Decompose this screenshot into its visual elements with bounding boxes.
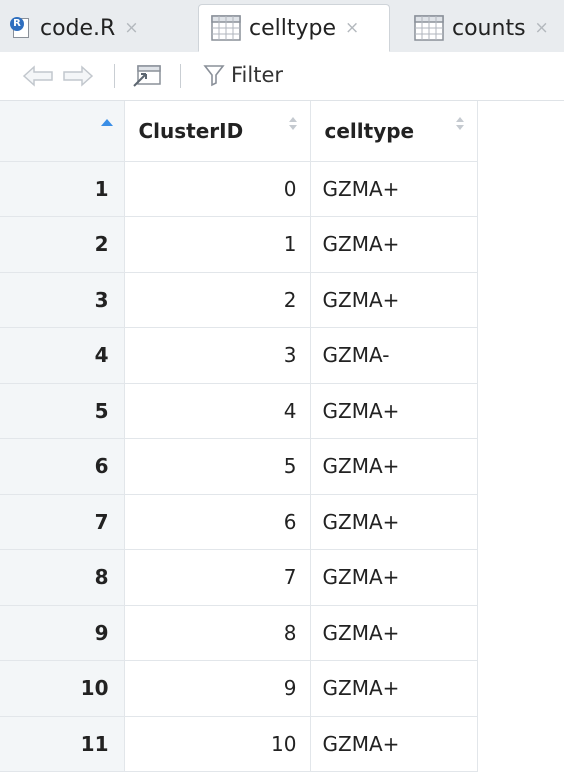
table-row[interactable]: 4 3 GZMA- bbox=[0, 327, 478, 384]
data-viewer-toolbar: Filter bbox=[0, 52, 564, 101]
sort-ascending-icon bbox=[101, 119, 113, 126]
cluster-id-cell: 6 bbox=[124, 494, 311, 550]
row-index: 4 bbox=[0, 327, 125, 384]
filter-button[interactable]: Filter bbox=[203, 63, 283, 87]
column-header-label: ClusterID bbox=[138, 119, 244, 143]
back-arrow-icon[interactable] bbox=[22, 64, 56, 88]
celltype-cell: GZMA+ bbox=[310, 383, 478, 439]
sort-icon bbox=[455, 117, 466, 133]
filter-label: Filter bbox=[231, 63, 284, 87]
table-row[interactable]: 1 0 GZMA+ bbox=[0, 161, 478, 217]
row-index: 7 bbox=[0, 494, 125, 550]
cluster-id-cell: 5 bbox=[124, 438, 311, 495]
toolbar-divider bbox=[114, 64, 115, 88]
filter-icon bbox=[203, 65, 225, 87]
close-icon[interactable]: × bbox=[535, 18, 549, 38]
cluster-id-cell: 3 bbox=[124, 327, 311, 384]
toolbar-divider bbox=[180, 64, 181, 88]
celltype-cell: GZMA+ bbox=[310, 494, 478, 550]
header-row: ClusterID celltype bbox=[0, 101, 478, 162]
row-index: 8 bbox=[0, 549, 125, 606]
table-row[interactable]: 3 2 GZMA+ bbox=[0, 272, 478, 328]
data-grid: ClusterID celltype 1 0 GZMA+ 2 1 GZMA+ 3… bbox=[0, 101, 478, 772]
celltype-cell: GZMA+ bbox=[310, 660, 478, 717]
cluster-id-cell: 1 bbox=[124, 216, 311, 273]
cluster-id-cell: 9 bbox=[124, 660, 311, 717]
table-row[interactable]: 10 9 GZMA+ bbox=[0, 660, 478, 717]
row-index: 5 bbox=[0, 383, 125, 439]
close-icon[interactable]: × bbox=[124, 18, 138, 38]
row-index: 2 bbox=[0, 216, 125, 273]
column-header-label: celltype bbox=[324, 119, 415, 143]
celltype-cell: GZMA+ bbox=[310, 216, 478, 273]
column-header-clusterid[interactable]: ClusterID bbox=[124, 101, 311, 162]
tab-label: counts bbox=[452, 15, 526, 41]
table-row[interactable]: 8 7 GZMA+ bbox=[0, 549, 478, 606]
celltype-cell: GZMA- bbox=[310, 327, 478, 384]
row-index: 10 bbox=[0, 660, 125, 717]
cluster-id-cell: 2 bbox=[124, 272, 311, 328]
editor-tab-bar: R code.R × celltype × counts × bbox=[0, 0, 564, 53]
row-index: 9 bbox=[0, 605, 125, 661]
row-index: 6 bbox=[0, 438, 125, 495]
cluster-id-cell: 7 bbox=[124, 549, 311, 606]
celltype-cell: GZMA+ bbox=[310, 438, 478, 495]
tab-code-r[interactable]: R code.R × bbox=[10, 4, 139, 52]
table-row[interactable]: 2 1 GZMA+ bbox=[0, 216, 478, 273]
tab-counts[interactable]: counts × bbox=[414, 4, 549, 52]
close-icon[interactable]: × bbox=[345, 18, 359, 38]
table-row[interactable]: 6 5 GZMA+ bbox=[0, 438, 478, 495]
cluster-id-cell: 10 bbox=[124, 716, 311, 772]
row-index: 3 bbox=[0, 272, 125, 328]
cluster-id-cell: 0 bbox=[124, 161, 311, 217]
celltype-cell: GZMA+ bbox=[310, 272, 478, 328]
popout-window-icon[interactable] bbox=[132, 64, 162, 88]
table-icon bbox=[414, 15, 444, 41]
row-index: 1 bbox=[0, 161, 125, 217]
celltype-cell: GZMA+ bbox=[310, 716, 478, 772]
table-row[interactable]: 7 6 GZMA+ bbox=[0, 494, 478, 550]
celltype-cell: GZMA+ bbox=[310, 549, 478, 606]
row-index: 11 bbox=[0, 716, 125, 772]
row-index-header[interactable] bbox=[0, 101, 125, 162]
r-script-icon: R bbox=[10, 17, 32, 39]
sort-icon bbox=[288, 117, 299, 133]
cluster-id-cell: 8 bbox=[124, 605, 311, 661]
tab-label: celltype bbox=[249, 15, 337, 41]
celltype-cell: GZMA+ bbox=[310, 605, 478, 661]
table-row[interactable]: 9 8 GZMA+ bbox=[0, 605, 478, 661]
table-row[interactable]: 5 4 GZMA+ bbox=[0, 383, 478, 439]
forward-arrow-icon[interactable] bbox=[60, 64, 94, 88]
celltype-cell: GZMA+ bbox=[310, 161, 478, 217]
table-icon bbox=[211, 15, 241, 41]
tab-celltype[interactable]: celltype × bbox=[198, 4, 390, 52]
column-header-celltype[interactable]: celltype bbox=[310, 101, 478, 162]
cluster-id-cell: 4 bbox=[124, 383, 311, 439]
tab-label: code.R bbox=[40, 15, 116, 41]
table-row[interactable]: 11 10 GZMA+ bbox=[0, 716, 478, 772]
